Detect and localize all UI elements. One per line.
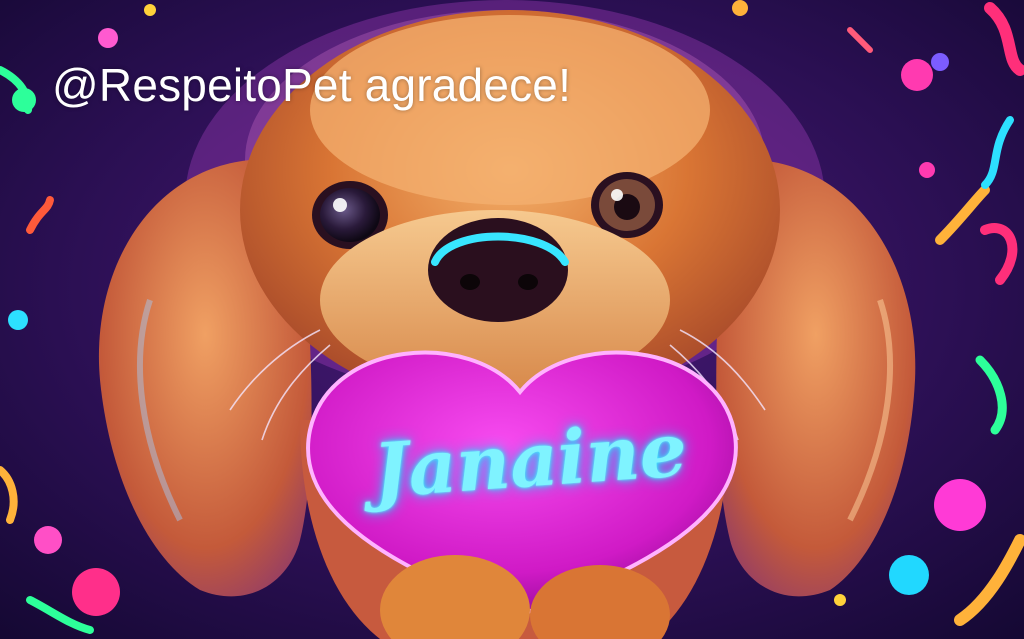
caption-text: @RespeitoPet agradece! [52,59,572,111]
image-card: Janaine @RespeitoPet agradece! [0,0,1024,639]
nose [428,218,569,322]
